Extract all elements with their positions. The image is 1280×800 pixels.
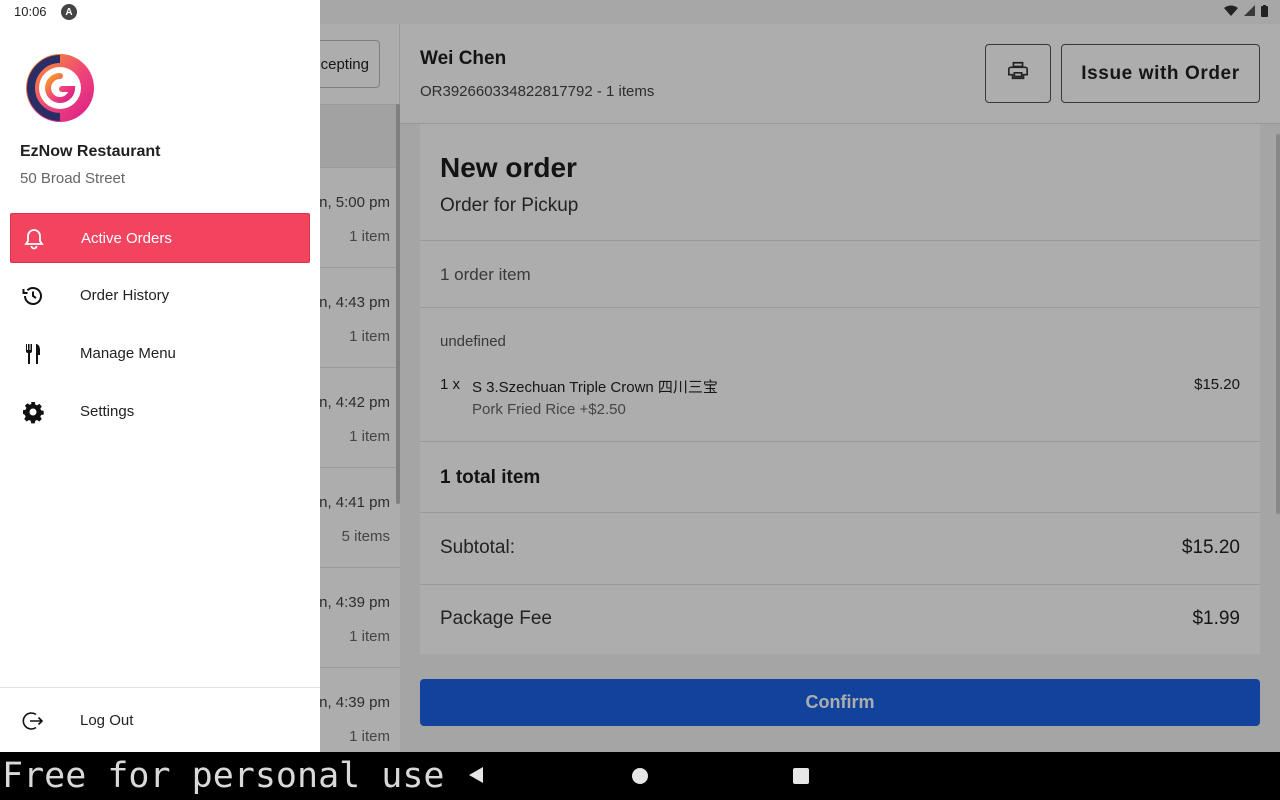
menu-item-settings[interactable]: Settings bbox=[10, 387, 310, 437]
bell-icon bbox=[21, 226, 47, 252]
app-logo bbox=[24, 52, 96, 124]
menu-item-order-history[interactable]: Order History bbox=[10, 271, 310, 321]
back-icon[interactable] bbox=[469, 767, 483, 783]
logout-label: Log Out bbox=[80, 712, 134, 729]
restaurant-address: 50 Broad Street bbox=[20, 170, 126, 187]
recents-icon[interactable] bbox=[793, 768, 809, 784]
menu-item-label: Manage Menu bbox=[80, 345, 176, 362]
home-icon[interactable] bbox=[632, 768, 648, 784]
navigation-drawer: 10:06 A EzNow Restaurant 50 Broad Street… bbox=[0, 0, 320, 752]
status-clock: 10:06 bbox=[14, 4, 47, 19]
logout-button[interactable]: Log Out bbox=[10, 696, 310, 746]
notification-icon: A bbox=[61, 4, 77, 20]
menu-item-active-orders[interactable]: Active Orders bbox=[10, 213, 310, 263]
gear-icon bbox=[20, 399, 46, 425]
logout-icon bbox=[20, 708, 46, 734]
history-icon bbox=[20, 283, 46, 309]
fork-knife-icon bbox=[20, 341, 46, 367]
menu-item-label: Order History bbox=[80, 287, 170, 304]
drawer-divider bbox=[0, 687, 320, 688]
menu-item-label: Active Orders bbox=[81, 230, 172, 247]
system-nav-bar: Free for personal use bbox=[0, 752, 1280, 800]
menu-item-label: Settings bbox=[80, 403, 135, 420]
watermark-text: Free for personal use bbox=[2, 756, 445, 796]
restaurant-name: EzNow Restaurant bbox=[20, 143, 161, 160]
menu-item-manage-menu[interactable]: Manage Menu bbox=[10, 329, 310, 379]
